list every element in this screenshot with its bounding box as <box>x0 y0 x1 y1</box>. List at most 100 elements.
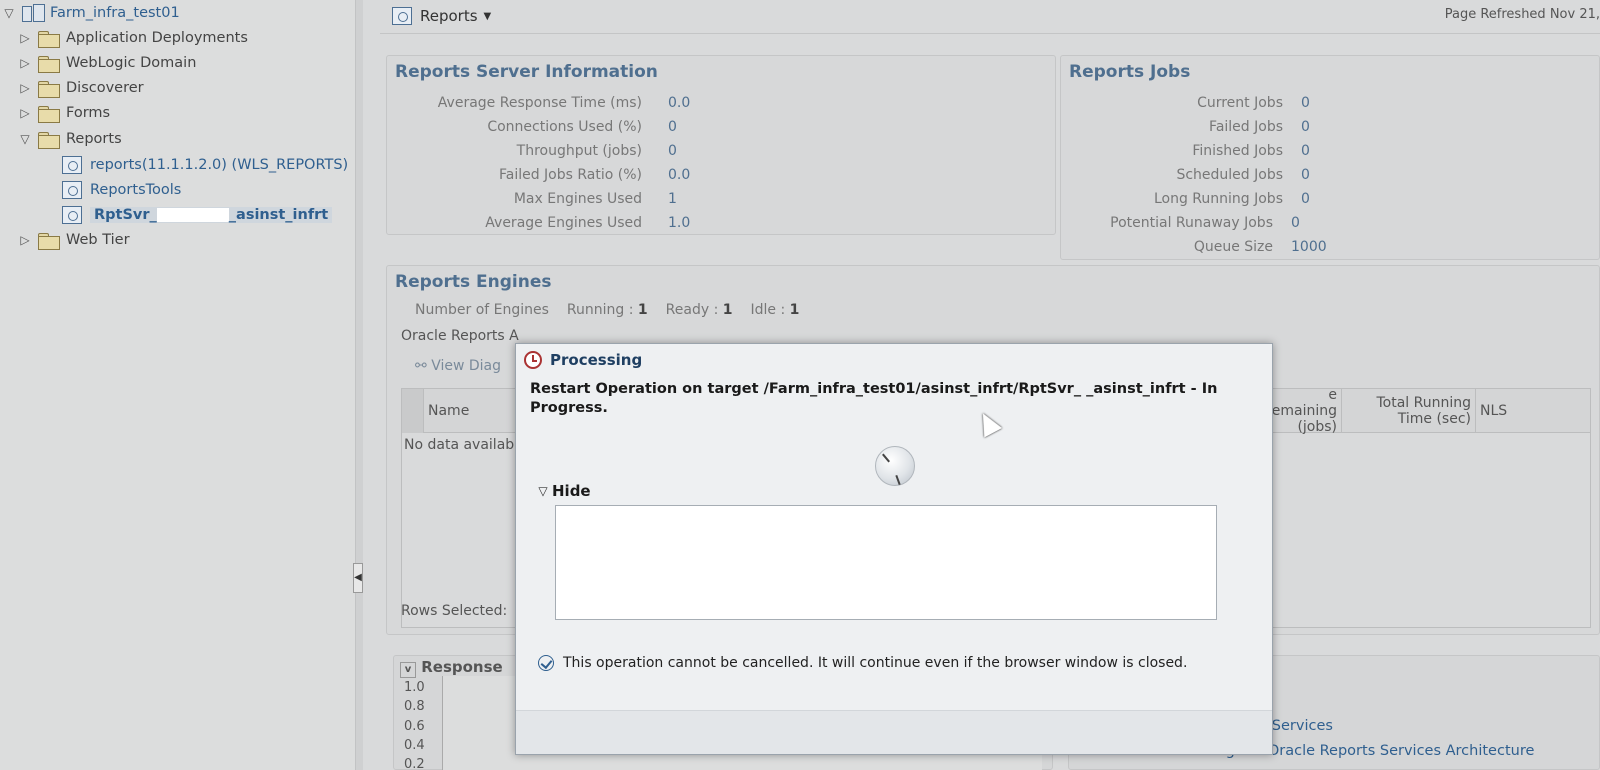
kv-value: 1.0 <box>668 215 691 231</box>
column-total-running[interactable]: Total Running Time (sec) <box>1342 389 1476 433</box>
tree-node-reportstools[interactable]: ReportsTools <box>62 179 181 201</box>
details-textarea[interactable] <box>555 505 1217 620</box>
ready-label: Ready : <box>665 302 719 318</box>
kv-label: Failed Jobs Ratio (%) <box>498 167 642 183</box>
engines-summary: Number of Engines Running : 1 Ready : 1 … <box>415 302 799 318</box>
navigation-tree: ▽ Farm_infra_test01 ▷ Application Deploy… <box>0 0 355 770</box>
loading-spinner-icon <box>875 446 915 486</box>
tree-node-weblogic-domain[interactable]: ▷ WebLogic Domain <box>18 52 196 74</box>
idle-count: Idle : 1 <box>751 302 800 318</box>
folder-icon <box>38 30 60 48</box>
jobs-title: Reports Jobs <box>1069 62 1191 82</box>
hide-details-toggle[interactable]: ▽ Hide <box>536 482 590 500</box>
target-icon <box>62 156 82 174</box>
server-info-title: Reports Server Information <box>395 62 658 82</box>
tree-label: WebLogic Domain <box>66 55 197 71</box>
y-tick: 0.6 <box>404 719 425 734</box>
chevron-down-icon: ▼ <box>483 10 492 22</box>
expand-icon[interactable]: ▷ <box>18 106 32 120</box>
folder-icon <box>38 80 60 98</box>
tree-label-prefix: RptSvr_ <box>94 207 157 223</box>
tree-label: Web Tier <box>66 232 130 248</box>
tree-node-reports[interactable]: ▽ Reports <box>18 128 122 150</box>
tree-label: Reports <box>66 131 122 147</box>
jobs-panel: Reports Jobs Current Jobs 0 Failed Jobs … <box>1060 55 1600 260</box>
kv-label: Long Running Jobs <box>1153 191 1283 207</box>
tree-label-selected[interactable]: RptSvr_ _asinst_infrt <box>90 207 333 223</box>
rows-selected-text: Rows Selected: <box>401 603 508 619</box>
folder-icon <box>38 232 60 250</box>
page-refreshed-text: Page Refreshed Nov 21, <box>1444 7 1600 22</box>
collapse-icon[interactable]: ▽ <box>2 6 16 20</box>
tree-node-rptsvr[interactable]: RptSvr_ _asinst_infrt <box>62 204 333 226</box>
kv-label: Finished Jobs <box>1192 143 1283 159</box>
collapse-pane-icon[interactable]: ◀ <box>353 563 363 593</box>
target-icon <box>392 7 412 25</box>
dialog-title: Processing <box>550 351 643 369</box>
kv-value: 0 <box>1301 119 1310 135</box>
chevron-down-icon[interactable]: v <box>400 662 416 678</box>
target-icon <box>62 181 82 199</box>
folder-icon <box>38 131 60 149</box>
kv-value: 0 <box>1291 215 1300 231</box>
kv-label: Scheduled Jobs <box>1176 167 1283 183</box>
expand-icon[interactable]: ▷ <box>18 233 32 247</box>
tree-node-wls-reports[interactable]: reports(11.1.1.2.0) (WLS_REPORTS) <box>62 154 348 176</box>
tree-node-discoverer[interactable]: ▷ Discoverer <box>18 77 144 99</box>
tree-node-web-tier[interactable]: ▷ Web Tier <box>18 229 130 251</box>
number-of-engines-label: Number of Engines <box>415 302 549 318</box>
kv-value: 0 <box>1301 143 1310 159</box>
tree-label: Forms <box>66 105 111 121</box>
ready-count: Ready : 1 <box>666 302 733 318</box>
reports-menu[interactable]: Reports ▼ <box>392 4 491 28</box>
tree-node-application-deployments[interactable]: ▷ Application Deployments <box>18 27 248 49</box>
kv-label: Potential Runaway Jobs <box>1110 215 1273 231</box>
kv-label: Average Engines Used <box>485 215 642 231</box>
no-data-text: No data availab <box>404 437 515 453</box>
kv-value: 1 <box>668 191 677 207</box>
view-diagnostics-button[interactable]: ⚯ View Diag <box>415 358 501 374</box>
engines-description: Oracle Reports A <box>401 328 519 344</box>
farm-icon <box>22 4 45 22</box>
kv-label: Failed Jobs <box>1209 119 1283 135</box>
ready-value: 1 <box>722 302 733 318</box>
kv-value: 0 <box>668 143 677 159</box>
tree-label: Discoverer <box>66 80 144 96</box>
response-panel-header[interactable]: v Response <box>400 658 503 678</box>
idle-value: 1 <box>789 302 800 318</box>
dialog-note: This operation cannot be cancelled. It w… <box>538 655 1187 671</box>
kv-value: 0 <box>1301 167 1310 183</box>
view-diagnostics-label: View Diag <box>431 358 501 374</box>
column-nls[interactable]: NLS <box>1476 389 1592 433</box>
y-tick: 1.0 <box>404 680 425 695</box>
running-label: Running : <box>566 302 634 318</box>
top-bar: Reports ▼ Page Refreshed Nov 21, <box>380 0 1600 34</box>
running-value: 1 <box>637 302 648 318</box>
tree-label[interactable]: reports(11.1.1.2.0) (WLS_REPORTS) <box>90 157 348 173</box>
select-all-column[interactable] <box>402 389 424 433</box>
dialog-header: Processing <box>516 344 1272 376</box>
expand-icon[interactable]: ▷ <box>18 56 32 70</box>
kv-label: Average Response Time (ms) <box>437 95 642 111</box>
kv-label: Connections Used (%) <box>487 119 642 135</box>
tree-node-forms[interactable]: ▷ Forms <box>18 102 110 124</box>
running-count: Running : 1 <box>567 302 648 318</box>
collapse-icon: ▽ <box>538 484 548 498</box>
check-icon <box>538 655 554 671</box>
kv-value: 0 <box>668 119 677 135</box>
kv-label: Queue Size <box>1193 239 1273 255</box>
tree-label[interactable]: ReportsTools <box>90 182 181 198</box>
kv-value: 0.0 <box>668 95 691 111</box>
reports-menu-label: Reports <box>420 7 478 25</box>
collapse-icon[interactable]: ▽ <box>18 132 32 146</box>
expand-icon[interactable]: ▷ <box>18 81 32 95</box>
server-info-panel: Reports Server Information Average Respo… <box>386 55 1056 235</box>
expand-icon[interactable]: ▷ <box>18 31 32 45</box>
tree-node-farm[interactable]: ▽ Farm_infra_test01 <box>2 2 180 24</box>
y-tick: 0.8 <box>404 699 425 714</box>
folder-icon <box>38 55 60 73</box>
engines-title: Reports Engines <box>395 272 552 292</box>
splitter[interactable] <box>355 0 363 770</box>
kv-label: Throughput (jobs) <box>516 143 642 159</box>
tree-label-farm[interactable]: Farm_infra_test01 <box>50 5 180 21</box>
